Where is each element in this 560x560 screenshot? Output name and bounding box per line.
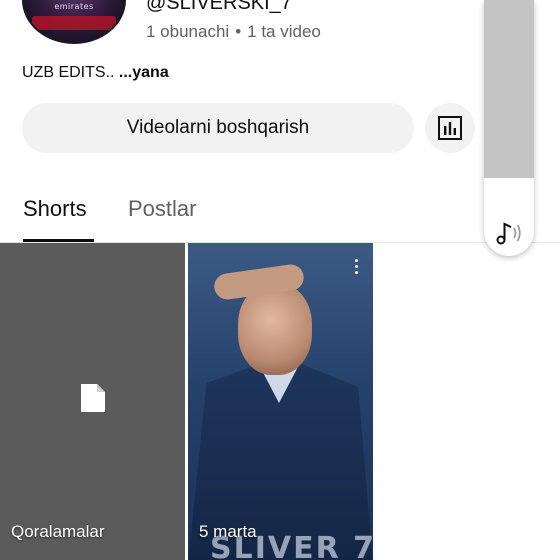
document-icon (81, 384, 105, 412)
drafts-tile[interactable]: Qoralamalar (0, 243, 185, 560)
short-video-tile[interactable]: SLIVER 7 5 marta (188, 243, 373, 560)
side-panel-slider[interactable] (484, 0, 534, 178)
channel-description[interactable]: UZB EDITS.. ...yana (22, 64, 169, 82)
avatar-banner-graphic (32, 16, 116, 30)
subscriber-count: 1 obunachi (146, 22, 230, 41)
analytics-button[interactable] (425, 103, 475, 153)
shorts-grid: Qoralamalar SLIVER 7 5 marta (0, 243, 560, 560)
more-vert-icon[interactable] (353, 259, 359, 277)
tab-posts[interactable]: Postlar (128, 196, 196, 222)
video-count: 1 ta video (247, 22, 321, 41)
stats-separator: • (235, 22, 242, 41)
active-tab-indicator (23, 239, 94, 242)
channel-avatar[interactable]: emirates (22, 0, 126, 44)
channel-tabs: Shorts Postlar (0, 180, 560, 243)
description-text: UZB EDITS.. (22, 64, 115, 81)
thumbnail-figure-head (238, 283, 312, 375)
music-sound-icon[interactable] (496, 220, 524, 246)
channel-handle: @SLIVERSKI_7 (146, 0, 292, 14)
description-more-link[interactable]: ...yana (119, 64, 169, 81)
manage-videos-button[interactable]: Videolarni boshqarish (22, 103, 414, 153)
avatar-text: emirates (54, 2, 94, 11)
channel-stats: 1 obunachi • 1 ta video (146, 22, 321, 42)
drafts-label: Qoralamalar (11, 522, 105, 541)
tab-shorts[interactable]: Shorts (23, 196, 87, 222)
analytics-icon (438, 116, 462, 140)
view-count: 5 marta (199, 522, 257, 541)
floating-side-panel (484, 0, 534, 256)
